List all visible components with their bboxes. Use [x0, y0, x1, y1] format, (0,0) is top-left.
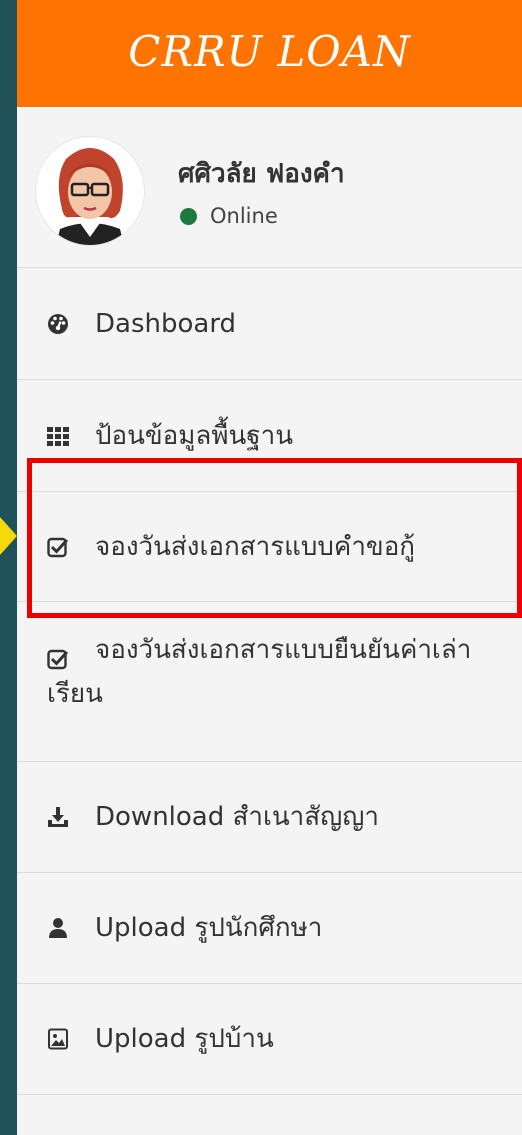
sidebar-item-loan-request-booking[interactable]: จองวันส่งเอกสารแบบคำขอกู้ [17, 492, 522, 602]
sidebar-item-basic-info[interactable]: ป้อนข้อมูลพื้นฐาน [17, 380, 522, 492]
image-icon [47, 1028, 69, 1050]
grid-icon [47, 425, 69, 447]
sidebar-item-label: จองวันส่งเอกสารแบบยืนยันค่าเล่าเรียน [47, 635, 472, 709]
checkbox-icon [47, 648, 69, 670]
sidebar-item-label: Upload รูปนักศึกษา [95, 913, 323, 943]
dashboard-icon [47, 313, 69, 335]
user-panel: ศศิวลัย ฟองคำ Online [17, 109, 522, 268]
online-status-icon [180, 207, 197, 225]
sidebar-item-download-contract[interactable]: Download สำเนาสัญญา [17, 762, 522, 873]
user-name: ศศิวลัย ฟองคำ [178, 159, 345, 189]
brand-title[interactable]: CRRU LOAN [17, 0, 522, 109]
avatar [36, 137, 144, 245]
pointer-arrow-icon [0, 517, 17, 555]
sidebar-item-label: จองวันส่งเอกสารแบบคำขอกู้ [95, 531, 416, 562]
user-status: Online [180, 204, 278, 228]
sidebar-menu: Dashboard ป้อนข้อมูลพื้นฐาน จองวันส่งเอก… [17, 268, 522, 1095]
sidebar-item-label: Dashboard [95, 308, 237, 339]
sidebar-item-upload-student-photo[interactable]: Upload รูปนักศึกษา [17, 873, 522, 984]
checkbox-icon [47, 536, 69, 558]
sidebar: CRRU LOAN ศศิวลัย ฟองคำ Online Dashboard… [17, 0, 522, 1135]
sidebar-item-label: Download สำเนาสัญญา [95, 802, 380, 832]
sidebar-item-label: Upload รูปบ้าน [95, 1024, 274, 1054]
download-icon [47, 806, 69, 828]
page: CRRU LOAN ศศิวลัย ฟองคำ Online Dashboard… [0, 0, 522, 1135]
sidebar-item-tuition-confirm-booking[interactable]: จองวันส่งเอกสารแบบยืนยันค่าเล่าเรียน [17, 602, 522, 762]
sidebar-item-dashboard[interactable]: Dashboard [17, 268, 522, 380]
sidebar-item-wrap: จองวันส่งเอกสารแบบยืนยันค่าเล่าเรียน [47, 628, 522, 716]
status-text: Online [210, 204, 278, 228]
sidebar-item-label: ป้อนข้อมูลพื้นฐาน [95, 420, 293, 451]
user-icon [47, 917, 69, 939]
sidebar-item-upload-house-photo[interactable]: Upload รูปบ้าน [17, 984, 522, 1095]
